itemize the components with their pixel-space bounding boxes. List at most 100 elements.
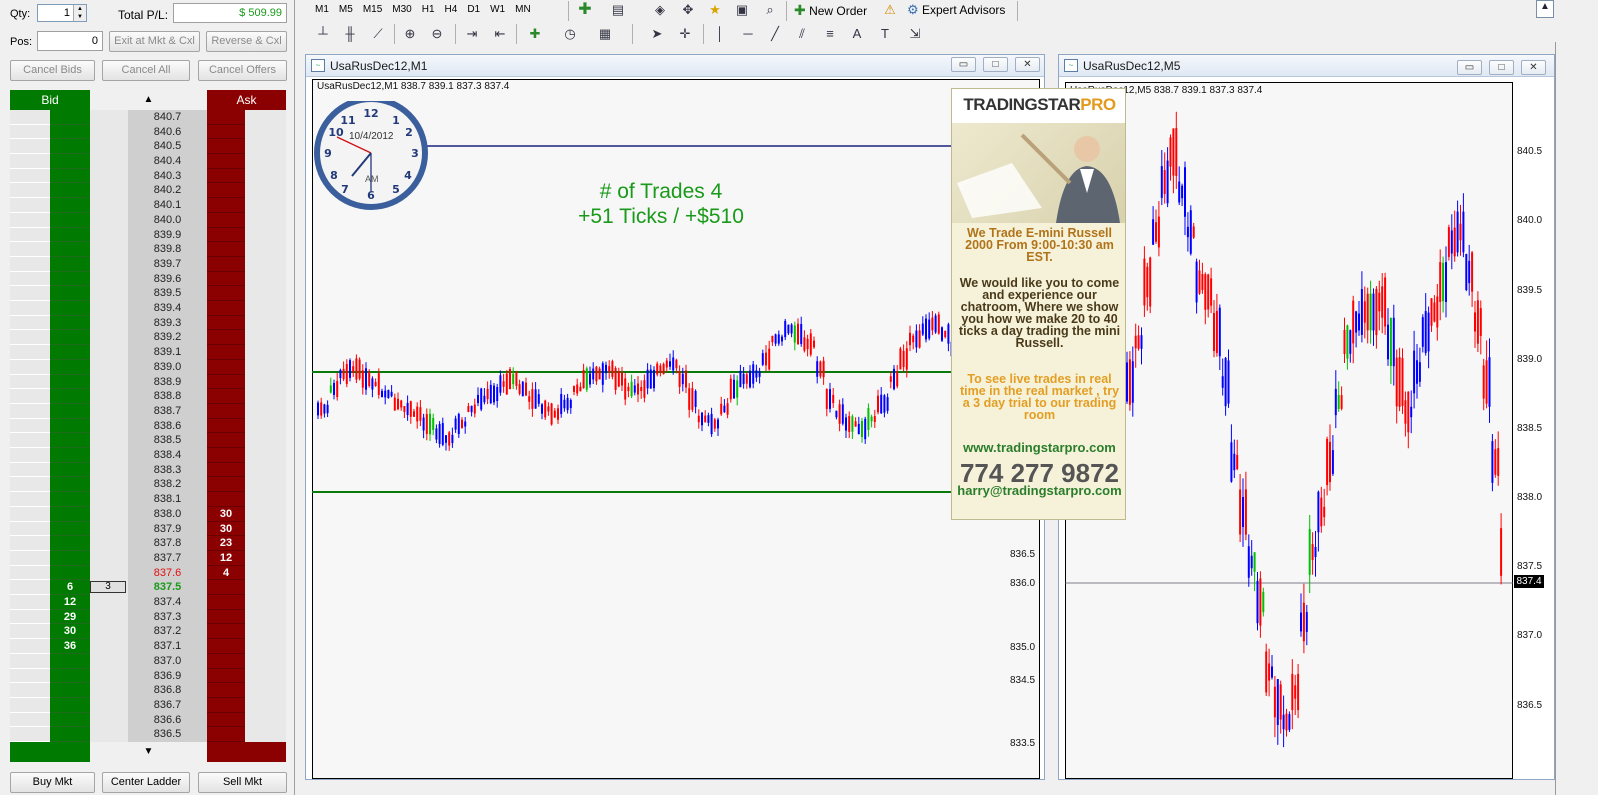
ask-size-cell[interactable] bbox=[207, 389, 245, 404]
bid-size-cell[interactable] bbox=[50, 433, 90, 449]
ladder-row[interactable]: 840.7 bbox=[10, 110, 286, 125]
ask-size-cell[interactable] bbox=[207, 242, 245, 257]
ladder-row[interactable]: 837.8 23 bbox=[10, 536, 286, 551]
ladder-row[interactable]: 839.5 bbox=[10, 286, 286, 302]
ladder-row[interactable]: 839.8 bbox=[10, 242, 286, 257]
bid-size-cell[interactable] bbox=[50, 154, 90, 169]
bid-size-cell[interactable] bbox=[50, 124, 90, 140]
ladder-row[interactable]: 838.4 bbox=[10, 448, 286, 463]
ask-size-cell[interactable] bbox=[207, 374, 245, 390]
ask-size-cell[interactable] bbox=[207, 712, 245, 728]
ask-size-cell[interactable] bbox=[207, 330, 245, 346]
ask-size-cell[interactable] bbox=[207, 198, 245, 213]
ladder-row[interactable]: 840.6 bbox=[10, 124, 286, 140]
ladder-row[interactable]: 838.7 bbox=[10, 403, 286, 419]
crosshair-icon[interactable]: ✛ bbox=[675, 24, 695, 44]
tester-icon[interactable]: ⌕ bbox=[760, 0, 780, 20]
ask-size-cell[interactable] bbox=[207, 477, 245, 493]
ask-size-cell[interactable] bbox=[207, 433, 245, 449]
zoom-in-icon[interactable]: ⊕ bbox=[400, 24, 420, 44]
indicators-icon[interactable]: ✚ bbox=[525, 24, 545, 44]
ask-size-cell[interactable] bbox=[207, 609, 245, 625]
ad-website[interactable]: www.tradingstarpro.com bbox=[956, 441, 1123, 454]
ask-size-cell[interactable] bbox=[207, 403, 245, 419]
chart-m5-titlebar[interactable]: ~ UsaRusDec12,M5 ▭ □ ✕ bbox=[1059, 55, 1554, 77]
expert-advisors-button[interactable]: ⚙ Expert Advisors bbox=[907, 0, 1005, 22]
ask-size-cell[interactable]: 4 bbox=[207, 565, 245, 581]
ask-size-cell[interactable] bbox=[207, 271, 245, 287]
ask-size-cell[interactable] bbox=[207, 286, 245, 302]
ladder-row[interactable]: 29 837.3 bbox=[10, 609, 286, 625]
autoscroll-icon[interactable]: ⇥ bbox=[462, 24, 482, 44]
ask-size-cell[interactable] bbox=[207, 110, 245, 125]
ask-size-cell[interactable] bbox=[207, 301, 245, 316]
ladder-row[interactable]: 836.6 bbox=[10, 712, 286, 728]
buy-mkt-button[interactable]: Buy Mkt bbox=[10, 772, 95, 793]
ask-size-cell[interactable] bbox=[207, 154, 245, 169]
terminal-icon[interactable]: ▣ bbox=[732, 0, 752, 20]
ask-size-cell[interactable] bbox=[207, 462, 245, 478]
bid-size-cell[interactable] bbox=[50, 697, 90, 713]
bid-size-cell[interactable] bbox=[50, 653, 90, 669]
minimize-button[interactable]: ▭ bbox=[1457, 60, 1482, 75]
text-label-icon[interactable]: T bbox=[875, 24, 895, 44]
ladder-row[interactable]: 836.8 bbox=[10, 683, 286, 698]
ladder-row[interactable]: 12 837.4 bbox=[10, 595, 286, 610]
crosshair-move-icon[interactable]: ✥ bbox=[678, 0, 698, 20]
bid-size-cell[interactable] bbox=[50, 301, 90, 316]
bid-size-cell[interactable]: 6 bbox=[50, 580, 90, 595]
ladder-row[interactable]: 839.9 bbox=[10, 227, 286, 243]
close-button[interactable]: ✕ bbox=[1521, 60, 1546, 75]
bid-size-cell[interactable] bbox=[50, 521, 90, 537]
bid-size-cell[interactable] bbox=[50, 315, 90, 331]
bid-size-cell[interactable] bbox=[50, 227, 90, 243]
ask-size-cell[interactable] bbox=[207, 653, 245, 669]
ladder-row[interactable]: 837.0 bbox=[10, 653, 286, 669]
ladder-row[interactable]: 837.6 4 bbox=[10, 565, 286, 581]
navigator-icon[interactable]: ◈ bbox=[650, 0, 670, 20]
bid-size-cell[interactable] bbox=[50, 359, 90, 375]
chart-m1-titlebar[interactable]: ~ UsaRusDec12,M1 ▭ □ ✕ bbox=[306, 55, 1044, 77]
bid-size-cell[interactable] bbox=[50, 271, 90, 287]
bid-size-cell[interactable] bbox=[50, 183, 90, 199]
ladder-row[interactable]: 840.1 bbox=[10, 198, 286, 213]
bid-size-cell[interactable] bbox=[50, 462, 90, 478]
bid-size-cell[interactable] bbox=[50, 139, 90, 155]
bid-size-cell[interactable] bbox=[50, 389, 90, 404]
favorites-icon[interactable]: ★ bbox=[705, 0, 725, 20]
ladder-row[interactable]: 839.4 bbox=[10, 301, 286, 316]
ladder-row[interactable]: 839.7 bbox=[10, 256, 286, 272]
trendline-icon[interactable]: ╱ bbox=[765, 24, 785, 44]
window-restore-icon[interactable]: ▲ bbox=[1536, 0, 1554, 18]
bid-size-cell[interactable] bbox=[50, 727, 90, 742]
alert-icon[interactable]: ⚠ bbox=[880, 0, 900, 20]
bid-size-cell[interactable] bbox=[50, 212, 90, 228]
bid-size-cell[interactable] bbox=[50, 242, 90, 257]
bid-size-cell[interactable] bbox=[50, 565, 90, 581]
cancel-bids-button[interactable]: Cancel Bids bbox=[10, 60, 95, 81]
profiles-icon[interactable]: ▤ bbox=[608, 0, 628, 20]
ladder-row[interactable]: 840.5 bbox=[10, 139, 286, 155]
ladder-row[interactable]: 838.3 bbox=[10, 462, 286, 478]
ladder-row[interactable]: 836.9 bbox=[10, 668, 286, 684]
ask-size-cell[interactable] bbox=[207, 256, 245, 272]
ask-size-cell[interactable] bbox=[207, 668, 245, 684]
bid-size-cell[interactable] bbox=[50, 330, 90, 346]
ask-size-cell[interactable] bbox=[207, 418, 245, 434]
ask-size-cell[interactable] bbox=[207, 124, 245, 140]
sell-mkt-button[interactable]: Sell Mkt bbox=[198, 772, 287, 793]
timeframe-h1[interactable]: H1 bbox=[417, 0, 440, 20]
ask-size-cell[interactable] bbox=[207, 168, 245, 184]
ladder-row[interactable]: 838.0 30 bbox=[10, 506, 286, 522]
cancel-all-button[interactable]: Cancel All bbox=[102, 60, 190, 81]
timeframe-mn[interactable]: MN bbox=[510, 0, 536, 20]
ask-size-cell[interactable] bbox=[207, 595, 245, 610]
ladder-row[interactable]: 838.1 bbox=[10, 492, 286, 507]
ask-size-cell[interactable] bbox=[207, 345, 245, 360]
bid-size-cell[interactable] bbox=[50, 712, 90, 728]
ask-size-cell[interactable] bbox=[207, 359, 245, 375]
bid-size-cell[interactable] bbox=[50, 448, 90, 463]
ask-size-cell[interactable] bbox=[207, 492, 245, 507]
bid-size-cell[interactable]: 29 bbox=[50, 609, 90, 625]
timeframe-h4[interactable]: H4 bbox=[440, 0, 463, 20]
